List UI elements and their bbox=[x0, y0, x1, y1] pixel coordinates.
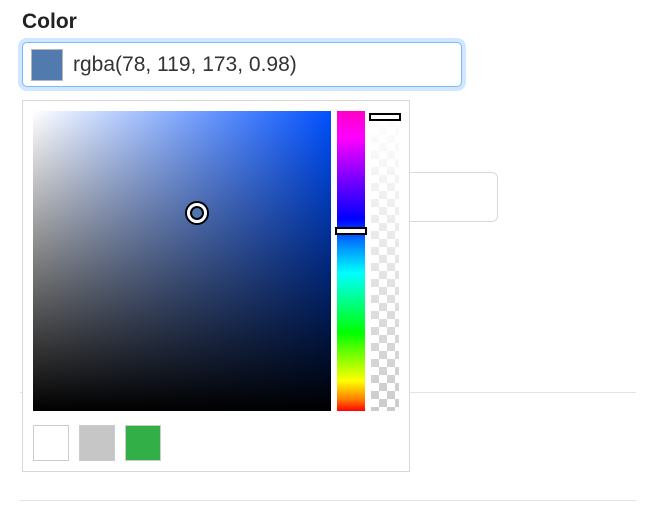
color-swatch-preview[interactable] bbox=[31, 49, 63, 81]
color-field-label: Color bbox=[22, 10, 634, 34]
divider bbox=[20, 500, 636, 501]
color-picker-popup bbox=[22, 100, 410, 472]
alpha-slider[interactable] bbox=[371, 111, 399, 411]
adjacent-field[interactable] bbox=[402, 172, 498, 222]
color-text-input[interactable] bbox=[73, 53, 453, 77]
color-input[interactable] bbox=[22, 42, 462, 87]
preset-gray[interactable] bbox=[79, 425, 115, 461]
preset-white[interactable] bbox=[33, 425, 69, 461]
alpha-handle bbox=[369, 113, 401, 121]
hue-handle bbox=[335, 227, 367, 235]
preset-green[interactable] bbox=[125, 425, 161, 461]
sv-cursor bbox=[187, 203, 207, 223]
saturation-value-panel[interactable] bbox=[33, 111, 331, 411]
preset-swatches bbox=[33, 425, 399, 461]
hue-slider[interactable] bbox=[337, 111, 365, 411]
